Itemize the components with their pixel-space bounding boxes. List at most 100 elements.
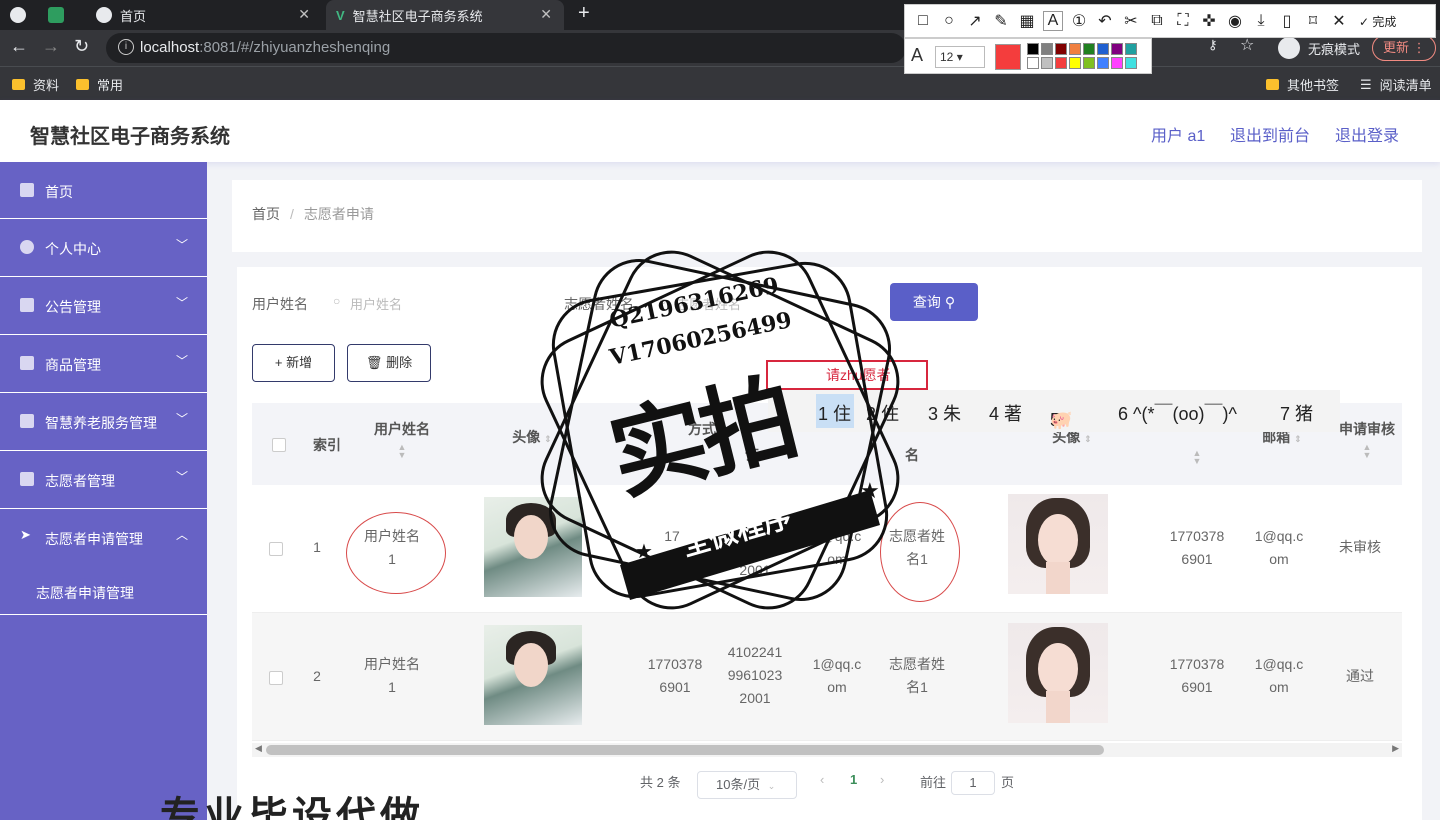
color-swatch[interactable] <box>1083 43 1095 55</box>
text-tool-icon[interactable]: A <box>1043 11 1063 31</box>
close-icon[interactable]: ✕ <box>540 6 552 23</box>
sidebar-item-goods[interactable]: 商品管理 ﹀ <box>0 335 207 393</box>
color-swatch[interactable] <box>1041 43 1053 55</box>
bookmark-folder[interactable]: 资料 <box>12 75 59 94</box>
tab-pinned-1[interactable] <box>10 0 38 30</box>
sort-icon[interactable]: ▲ ▼ <box>1187 449 1207 466</box>
sidebar-subitem-volunteer-apply[interactable]: 志愿者申请管理 <box>0 565 207 615</box>
goto-page-input[interactable]: 1 <box>951 771 995 795</box>
reload-icon[interactable]: ↻ <box>74 36 89 57</box>
cut-icon[interactable]: ✂ <box>1121 11 1141 31</box>
update-button[interactable]: 更新 ⋮ <box>1372 35 1436 61</box>
breadcrumb-home[interactable]: 首页 <box>252 206 280 222</box>
page-number[interactable]: 1 <box>850 772 857 787</box>
ime-candidate[interactable]: 3 朱 <box>928 400 961 426</box>
color-swatch[interactable] <box>1097 43 1109 55</box>
reading-list[interactable]: ☰ 阅读清单 <box>1360 75 1432 94</box>
sort-icon[interactable]: ▲ ▼ <box>1332 443 1402 460</box>
sort-icon[interactable]: ⇕ <box>1084 434 1092 444</box>
next-page-icon[interactable]: › <box>880 772 884 787</box>
color-swatch[interactable] <box>1097 57 1109 69</box>
delete-button[interactable]: 🗑 删除 <box>347 344 431 382</box>
sort-icon[interactable]: ⇕ <box>1294 434 1302 444</box>
forward-icon[interactable]: → <box>42 36 60 57</box>
table-row[interactable]: 2 用户姓名 1 1770378 6901 4102241 9961023 2001 1… <box>252 613 1402 741</box>
pen-tool-icon[interactable]: ✎ <box>991 11 1011 31</box>
query-button[interactable]: 查询 ⚲ <box>890 283 978 321</box>
bookmark-folder[interactable]: 常用 <box>76 75 123 94</box>
tab-app[interactable]: V 智慧社区电子商务系统 ✕ <box>326 0 564 30</box>
add-button[interactable]: + 新增 <box>252 344 335 382</box>
color-swatch[interactable] <box>1083 57 1095 69</box>
logout-link[interactable]: 退出登录 <box>1335 122 1399 146</box>
color-swatch[interactable] <box>1069 43 1081 55</box>
scroll-right-icon[interactable]: ▶ <box>1392 743 1399 754</box>
other-bookmarks[interactable]: 其他书签 <box>1266 75 1339 94</box>
bookmark-icon[interactable]: ⌑ <box>1303 11 1323 31</box>
sidebar-item-elderly[interactable]: 智慧养老服务管理 ﹀ <box>0 393 207 451</box>
close-icon[interactable]: ✕ <box>1329 11 1349 31</box>
close-icon[interactable]: ✕ <box>298 6 310 23</box>
number-tool-icon[interactable]: ① <box>1069 11 1089 31</box>
sidebar-item-notice[interactable]: 公告管理 ﹀ <box>0 277 207 335</box>
ime-candidate[interactable]: 4 著 <box>989 400 1022 426</box>
url-field[interactable]: i localhost:8081/#/zhiyuanzheshenqing <box>106 33 906 63</box>
color-swatch[interactable] <box>1055 57 1067 69</box>
sidebar-item-volunteer[interactable]: 志愿者管理 ﹀ <box>0 451 207 509</box>
pin-icon[interactable]: ✜ <box>1199 11 1219 31</box>
col-phone[interactable]: ▲ ▼ <box>1187 445 1207 466</box>
new-tab-button[interactable]: + <box>578 2 590 25</box>
info-icon[interactable]: i <box>118 39 134 55</box>
translate-icon[interactable]: ⧉ <box>1147 12 1167 30</box>
user-name-input[interactable]: ○ 用户姓名 <box>325 284 525 320</box>
sidebar-item-volunteer-apply[interactable]: ➤ 志愿者申请管理 ︿ <box>0 509 207 566</box>
row-checkbox[interactable] <box>269 542 283 556</box>
ime-candidate[interactable]: 7 猪 <box>1280 400 1313 426</box>
select-all-checkbox[interactable] <box>272 438 286 452</box>
record-icon[interactable]: ◉ <box>1225 11 1245 31</box>
prev-page-icon[interactable]: ‹ <box>820 772 824 787</box>
ellipse-tool-icon[interactable]: ○ <box>939 12 959 30</box>
ime-candidate[interactable]: 2 住 <box>866 400 899 426</box>
color-swatch[interactable] <box>1111 57 1123 69</box>
color-swatch[interactable] <box>1111 43 1123 55</box>
mosaic-tool-icon[interactable]: ▦ <box>1017 11 1037 31</box>
scroll-thumb[interactable] <box>266 745 1104 755</box>
current-color[interactable] <box>995 44 1021 70</box>
tab-pinned-2[interactable] <box>48 0 80 30</box>
color-swatch[interactable] <box>1125 57 1137 69</box>
ime-candidate[interactable]: 1 住 <box>818 400 851 426</box>
download-icon[interactable]: ⤓ <box>1251 12 1271 30</box>
page-size-select[interactable]: 10条/页 ⌄ <box>697 771 797 799</box>
sort-icon[interactable]: ▲ ▼ <box>352 443 452 460</box>
phone-icon[interactable]: ▯ <box>1277 11 1297 31</box>
color-swatch[interactable] <box>1027 57 1039 69</box>
sort-icon[interactable]: ⇕ <box>544 434 552 444</box>
color-swatch[interactable] <box>1041 57 1053 69</box>
tab-home[interactable]: 首页 ✕ <box>86 0 322 30</box>
color-swatch[interactable] <box>1125 43 1137 55</box>
col-review[interactable]: 申请审核 ▲ ▼ <box>1332 419 1402 460</box>
color-swatch[interactable] <box>1055 43 1067 55</box>
back-icon[interactable]: ← <box>10 36 28 57</box>
ime-candidate[interactable]: 6 ^(*￣(oo)￣)^ <box>1118 400 1237 426</box>
sidebar-item-profile[interactable]: 个人中心 ﹀ <box>0 219 207 277</box>
ocr-icon[interactable]: ⛶ <box>1173 12 1193 30</box>
vol-name-input[interactable]: ○ 志愿者姓名 <box>651 284 851 320</box>
color-swatch[interactable] <box>1069 57 1081 69</box>
horizontal-scrollbar[interactable]: ◀ ▶ <box>252 743 1402 757</box>
user-label[interactable]: 用户 a1 <box>1151 122 1205 146</box>
done-button[interactable]: ✓ 完成 <box>1359 13 1396 30</box>
font-size-select[interactable]: 12 ▾ <box>935 46 985 68</box>
star-icon[interactable]: ☆ <box>1240 35 1254 55</box>
col-user-name[interactable]: 用户姓名 ▲ ▼ <box>352 419 452 460</box>
scroll-left-icon[interactable]: ◀ <box>255 743 262 754</box>
back-to-front-link[interactable]: 退出到前台 <box>1230 122 1310 146</box>
rect-tool-icon[interactable]: □ <box>913 12 933 30</box>
arrow-tool-icon[interactable]: ↗ <box>965 11 985 31</box>
sidebar-item-home[interactable]: 首页 <box>0 162 207 219</box>
row-checkbox[interactable] <box>269 671 283 685</box>
key-icon[interactable]: ⚷ <box>1208 37 1218 53</box>
incognito-indicator[interactable]: 无痕模式 <box>1278 34 1360 62</box>
col-avatar[interactable]: 头像 ⇕ <box>497 427 567 447</box>
